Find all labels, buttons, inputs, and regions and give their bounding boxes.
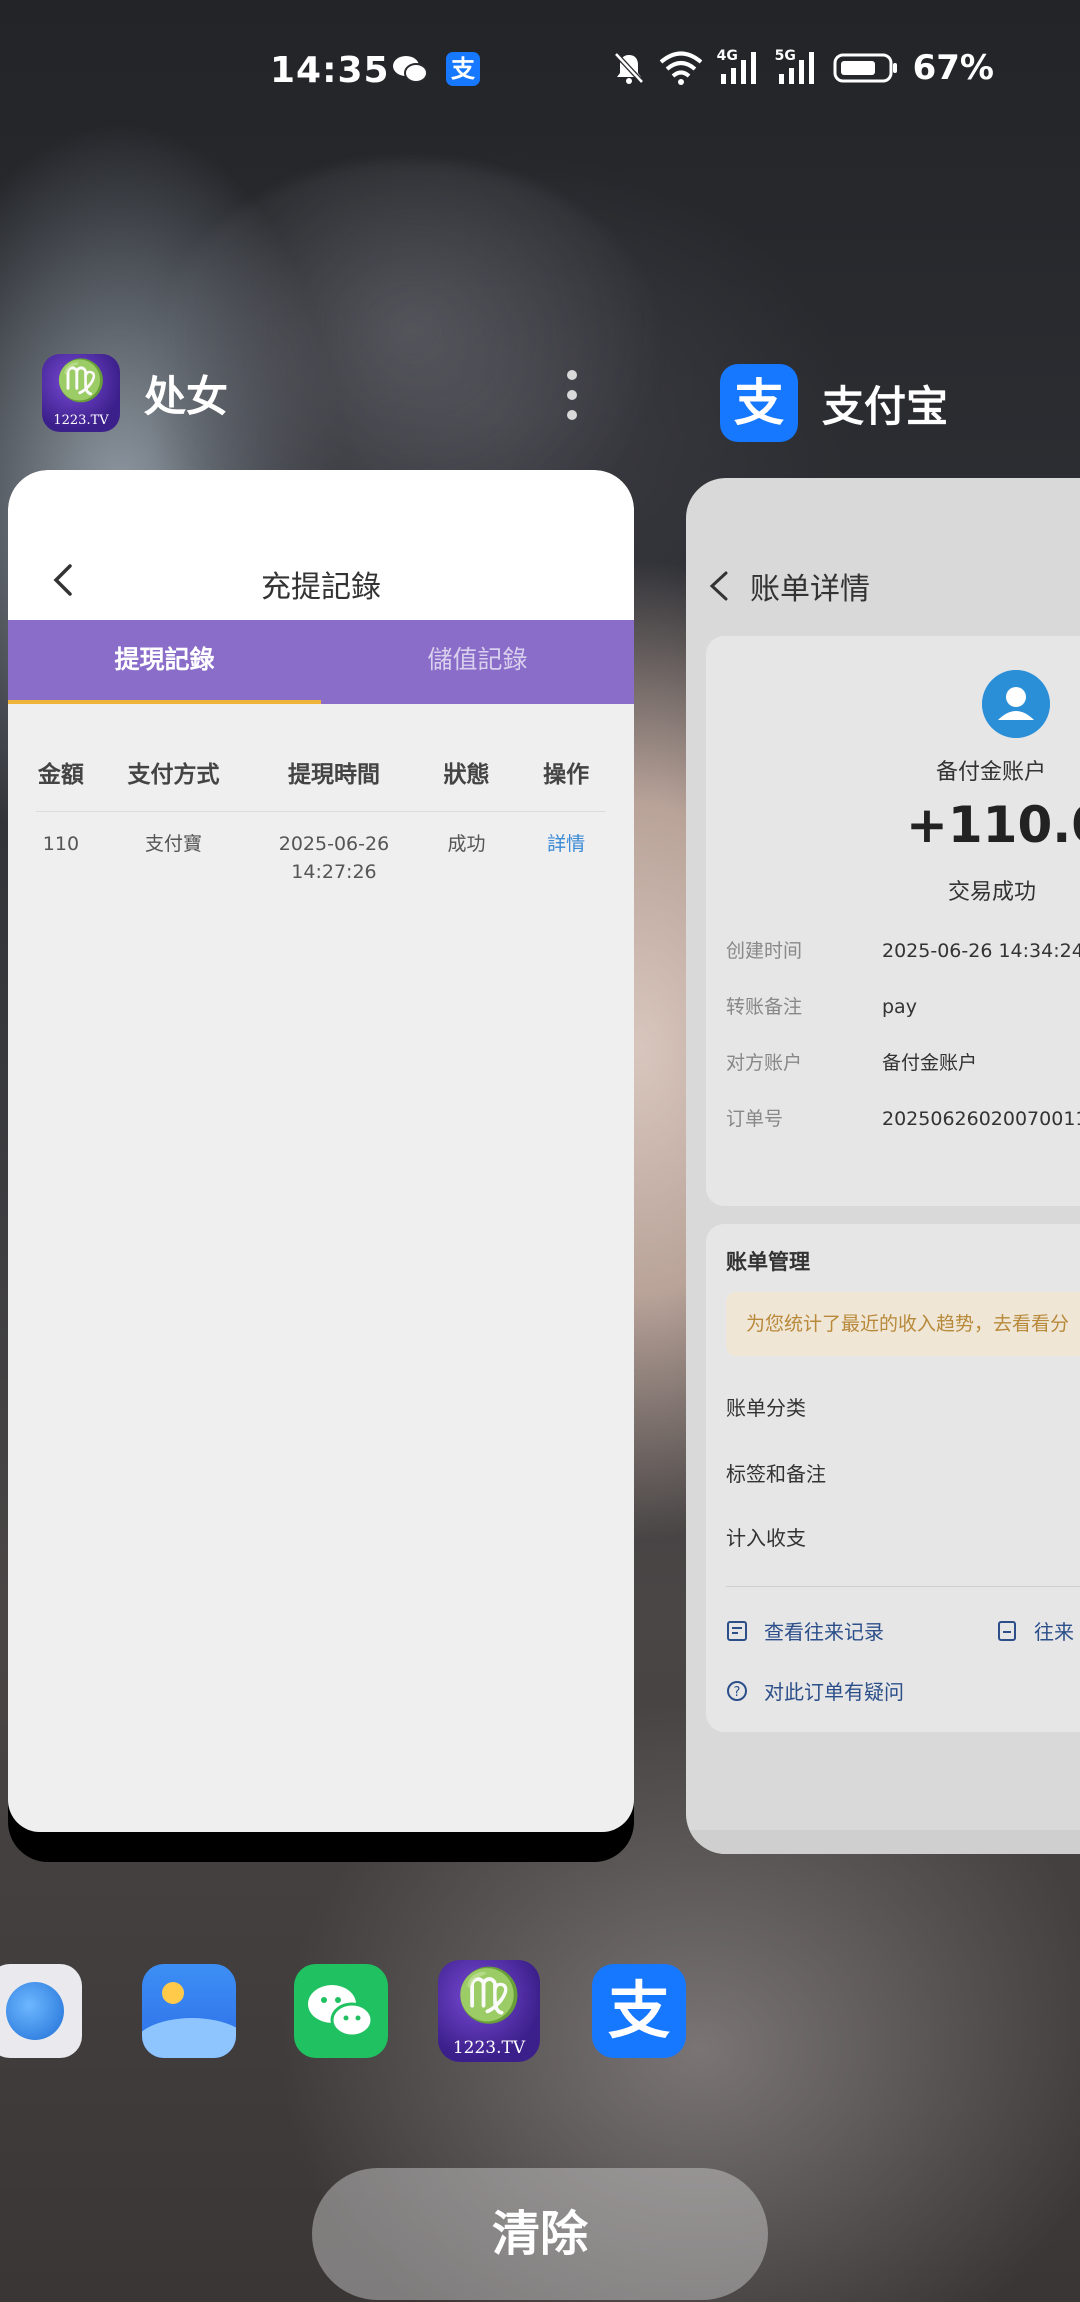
transaction-amount: +110.00 [906,796,1080,854]
signal-5g: 5G [775,48,819,86]
info-row: 创建时间 2025-06-26 14:34:24 [726,936,1080,966]
page-title: 充提記錄 [261,570,381,605]
signal-4g: 4G [717,48,761,86]
count-income-item[interactable]: 计入收支 [726,1522,806,1551]
browser-app-icon[interactable] [0,1964,82,2058]
wechat-app-icon[interactable] [294,1964,388,2058]
document-icon [998,1620,1016,1641]
transaction-info: 创建时间 2025-06-26 14:34:24 转账备注 pay 对方账户 备… [726,936,1080,1160]
table-header: 金額 支付方式 提現時間 狀態 操作 [36,732,606,812]
column-header: 操作 [543,761,590,788]
info-value: 备付金账户 [882,1052,978,1074]
tab-withdraw-records[interactable]: 提現記錄 [8,620,321,704]
cell-date-text: 2025-06-26 [278,833,390,855]
info-value: 2025-06-26 14:34:24 [882,940,1080,962]
info-row: 对方账户 备付金账户 [726,1048,1080,1078]
info-key: 创建时间 [726,940,803,962]
card-bottom-bar [686,1830,1080,1854]
recent-card-virgo[interactable]: 充提記錄 提現記錄 儲值記錄 金額 支付方式 提現時間 狀態 操作 110 支付… [8,470,634,1862]
recent-app-header-alipay[interactable]: 支 支付宝 [720,364,948,442]
svg-text:?: ? [734,1685,741,1700]
virgo-app-icon[interactable]: ♍ 1223.TV [438,1960,540,2062]
clear-all-button[interactable]: 清除 [312,2168,768,2300]
alipay-notification-icon: 支 [446,52,480,86]
app-name: 支付宝 [822,381,949,431]
recent-app-header-virgo[interactable]: ♍ 1223.TV 处女 [42,354,228,432]
battery-icon [833,53,897,83]
column-header: 支付方式 [127,761,220,788]
column-header: 提現時間 [287,761,380,788]
info-value: pay [882,996,917,1018]
cell-status: 成功 [447,833,486,855]
divider [726,1586,1080,1587]
page-header: 充提記錄 [8,470,634,620]
alipay-app-icon[interactable]: 支 [592,1964,686,2058]
tab-deposit-records[interactable]: 儲值記錄 [321,620,634,704]
info-row: 转账备注 pay [726,992,1080,1022]
section-title: 账单管理 [726,1250,810,1274]
info-key: 对方账户 [726,1052,803,1074]
virgo-app-icon: ♍ 1223.TV [42,354,120,432]
planet-icon [6,1982,64,2040]
status-bar: 14:35 支 4G 5G 67% [0,0,1080,140]
sun-icon [162,1982,184,2004]
bill-category-item[interactable]: 账单分类 [726,1392,806,1421]
battery-percent: 67% [912,48,994,88]
mute-icon [613,52,644,84]
recent-card-alipay[interactable]: 账单详情 备付金账户 +110.00 交易成功 创建时间 2025-06-26 … [686,478,1080,1854]
mountain-icon [142,2018,236,2058]
transaction-summary: 备付金账户 +110.00 交易成功 创建时间 2025-06-26 14:34… [706,636,1080,1206]
records-table: 金額 支付方式 提現時間 狀態 操作 110 支付寶 2025-06-26 14… [36,732,606,886]
contacts-link[interactable]: 往来 [996,1616,1074,1645]
help-icon: ? [727,1680,747,1701]
tags-notes-item[interactable]: 标签和备注 [726,1458,826,1487]
info-key: 订单号 [726,1108,784,1130]
transaction-status: 交易成功 [948,880,1037,905]
wechat-notification-icon [393,56,428,83]
page-title: 账单详情 [750,572,870,607]
details-link[interactable]: 詳情 [526,830,606,858]
info-row: 订单号 20250626020070011 9 [726,1104,1080,1134]
more-options-icon[interactable] [566,370,578,422]
cell-amount: 110 [42,833,80,855]
account-avatar-icon [982,670,1050,738]
order-question-link[interactable]: ? 对此订单有疑问 [726,1676,904,1705]
records-icon [727,1620,747,1641]
gallery-app-icon[interactable] [142,1964,236,2058]
cell-method: 支付寶 [145,833,203,855]
app-name: 处女 [144,371,229,421]
column-header: 金額 [37,761,84,788]
cell-time: 2025-06-26 14:27:26 [261,830,406,886]
cell-time-text: 14:27:26 [291,861,377,883]
bill-management: 账单管理 为您统计了最近的收入趋势，去看看分 账单分类 标签和备注 计入收支 查… [706,1224,1080,1732]
wifi-icon [659,51,702,85]
info-key: 转账备注 [726,996,803,1018]
page-header: 账单详情 [706,564,870,608]
back-arrow-icon[interactable] [706,569,732,603]
alipay-app-icon: 支 [720,364,798,442]
status-time: 14:35 [270,50,390,91]
tab-bar: 提現記錄 儲值記錄 [8,620,634,704]
info-value: 20250626020070011 9 [882,1108,1080,1130]
table-row: 110 支付寶 2025-06-26 14:27:26 成功 詳情 [36,812,606,886]
income-trend-banner[interactable]: 为您统计了最近的收入趋势，去看看分 [726,1292,1080,1356]
view-history-link[interactable]: 查看往来记录 [726,1616,884,1645]
signal-bars-icon [720,52,756,84]
column-header: 狀態 [443,761,490,788]
account-name: 备付金账户 [936,760,1047,785]
wechat-bubbles-icon [308,1985,374,2038]
signal-bars-icon [778,52,814,84]
